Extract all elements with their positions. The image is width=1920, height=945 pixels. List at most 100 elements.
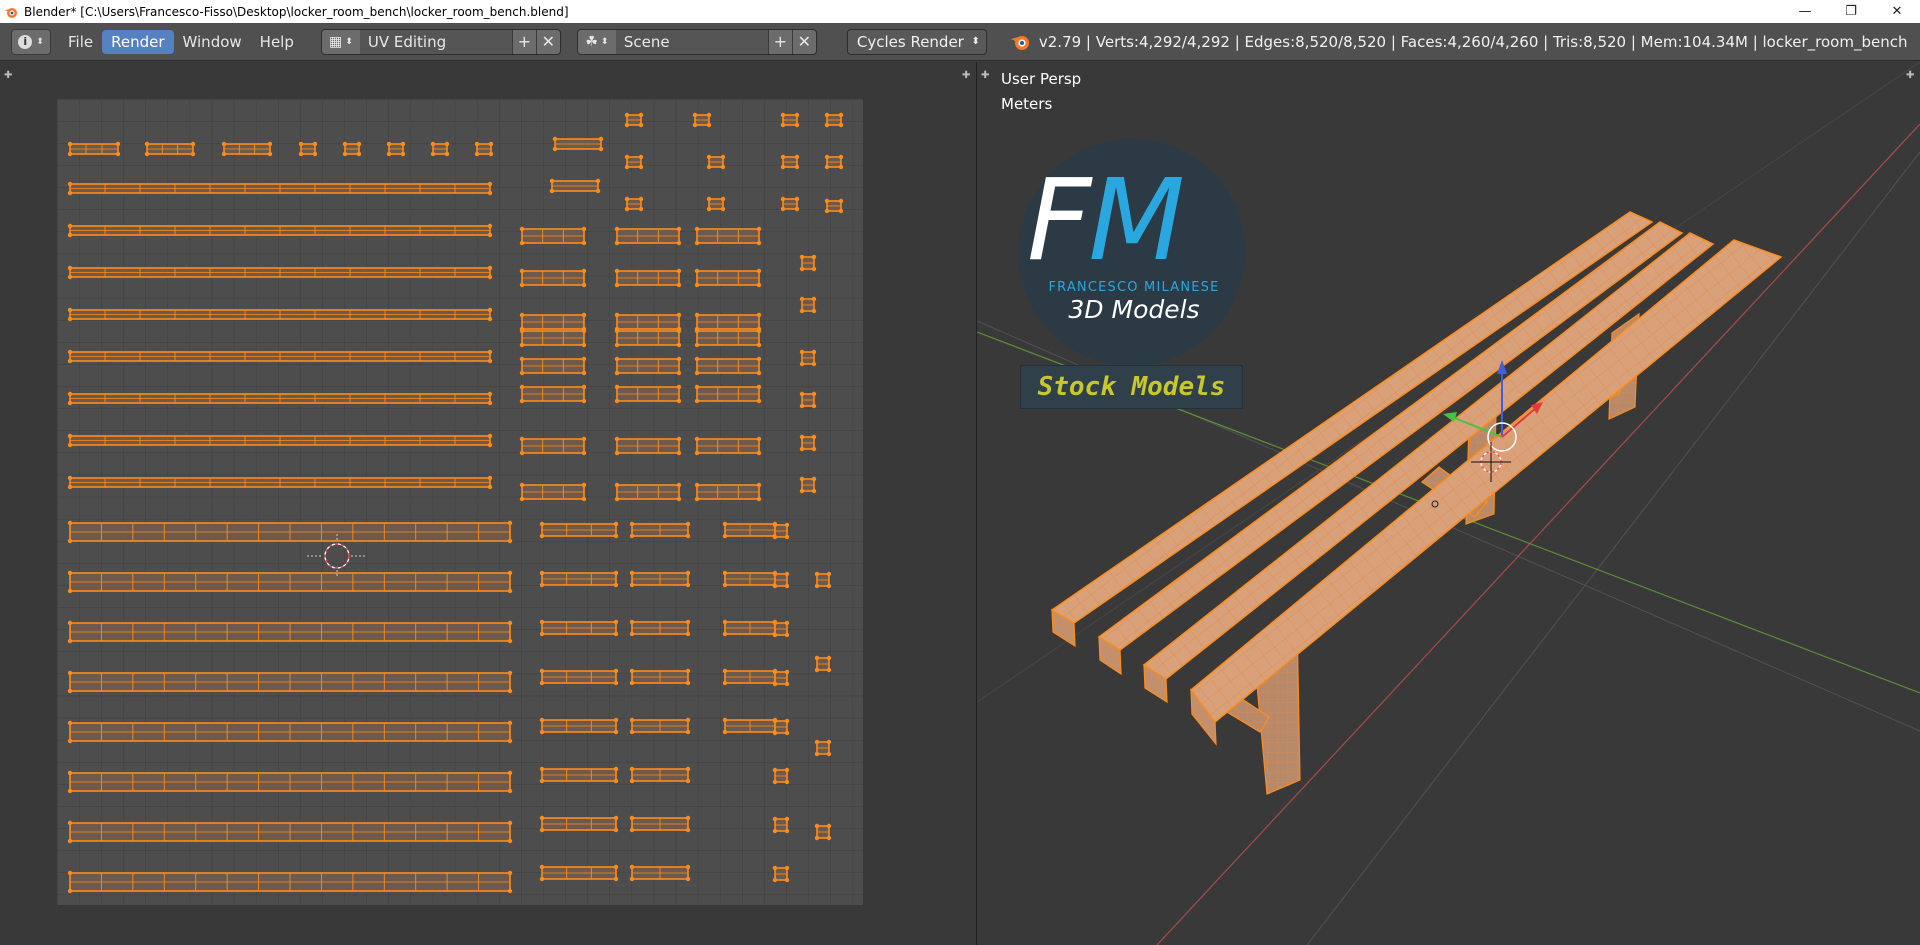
area-corner-icon[interactable]: ✚ [4,70,12,81]
uv-island [67,620,513,644]
uv-island [67,670,513,694]
uv-island [539,570,619,588]
uv-island [67,223,493,238]
uv-island [629,521,691,539]
uv-island [614,328,682,348]
uv-island [772,816,790,834]
uv-island [772,669,790,687]
scene-dropdown-button[interactable]: ☘ ⬍ [578,30,616,54]
viewport-view-name: User Persp [1001,70,1082,88]
uv-island [67,307,493,322]
uv-island [539,717,619,735]
uv-island [814,571,832,589]
render-engine-dropdown[interactable]: Cycles Render ⬍ [846,28,987,55]
viewport-units: Meters [1001,95,1053,113]
minimize-icon: — [1798,4,1812,19]
remove-scene-button[interactable]: ✕ [791,29,816,54]
editor-type-selector[interactable]: i ⬍ [11,28,51,55]
uv-island [694,482,762,502]
uv-island [824,198,844,214]
window-titlebar: Blender* [C:\Users\Francesco-Fisso\Deskt… [0,0,1920,23]
restore-icon: ❐ [1845,4,1857,19]
uv-island [298,141,318,157]
uv-island [67,181,493,196]
menu-window[interactable]: Window [174,30,251,54]
uv-island [67,433,493,448]
uv-island [814,823,832,841]
menu-file[interactable]: File [59,30,102,54]
minimize-button[interactable]: — [1782,0,1828,23]
scene-name-field[interactable]: Scene [615,29,768,54]
uv-island [706,196,726,212]
x-icon: ✕ [541,32,556,51]
uv-island [342,141,362,157]
uv-island [67,391,493,406]
uv-island [221,141,273,157]
close-button[interactable]: ✕ [1874,0,1920,23]
logo-letter-f: F [1027,156,1091,286]
uv-island [629,668,691,686]
blender-logo-icon [1010,35,1029,50]
x-icon: ✕ [797,32,812,51]
updown-arrows-icon: ⬍ [345,36,353,47]
uv-island [624,112,644,128]
uv-island [706,154,726,170]
area-corner-icon[interactable]: ✚ [1906,70,1914,81]
uv-island [614,436,682,456]
uv-island [780,112,800,128]
uv-island [692,112,712,128]
uv-image-editor[interactable]: ✚ ✚ [0,62,976,945]
uv-island [67,720,513,744]
uv-island [624,196,644,212]
uv-island [614,356,682,376]
plus-icon: + [517,32,532,51]
uv-island [614,226,682,246]
3d-viewport[interactable]: ✚ ✚ User Persp Meters FM FRANCESCO MILAN… [977,62,1920,945]
uv-island [430,141,450,157]
render-engine-label: Cycles Render [856,32,964,51]
uv-island [694,436,762,456]
uv-island [694,328,762,348]
uv-island [614,384,682,404]
uv-island [694,268,762,288]
uv-island [67,820,513,844]
add-scene-button[interactable]: + [767,29,792,54]
uv-island [519,226,587,246]
uv-island [772,571,790,589]
uv-island [539,521,619,539]
uv-island [67,141,121,157]
uv-island [722,619,778,637]
logo-letter-m: M [1088,156,1185,286]
scene-statistics: v2.79 | Verts:4,292/4,292 | Edges:8,520/… [1009,31,1908,53]
uv-island [67,770,513,794]
close-icon: ✕ [1891,4,1903,19]
screen-layout-name-field[interactable]: UV Editing [359,29,512,54]
uv-island [772,620,790,638]
area-corner-icon[interactable]: ✚ [981,70,989,81]
restore-button[interactable]: ❐ [1828,0,1874,23]
menu-help[interactable]: Help [251,30,303,54]
logo-brand-name: FRANCESCO MILANESE [1048,280,1220,295]
uv-island [67,265,493,280]
menu-render[interactable]: Render [102,29,174,54]
uv-island [799,391,817,409]
uv-island [519,482,587,502]
uv-island [629,864,691,882]
add-layout-button[interactable]: + [511,29,536,54]
uv-island [474,141,494,157]
uv-island [799,296,817,314]
uv-island [539,668,619,686]
uv-island [722,521,778,539]
uv-island [67,570,513,594]
uv-island [772,718,790,736]
uv-island [799,254,817,272]
uv-canvas[interactable] [57,99,863,905]
stock-models-banner: Stock Models [1020,365,1243,409]
uv-island [799,434,817,452]
remove-layout-button[interactable]: ✕ [535,29,560,54]
uv-island [624,154,644,170]
area-corner-icon[interactable]: ✚ [962,70,970,81]
updown-arrows-icon: ⬍ [36,36,44,47]
layout-dropdown-button[interactable]: ▦ ⬍ [322,30,360,54]
stats-text: v2.79 | Verts:4,292/4,292 | Edges:8,520/… [1038,32,1908,51]
